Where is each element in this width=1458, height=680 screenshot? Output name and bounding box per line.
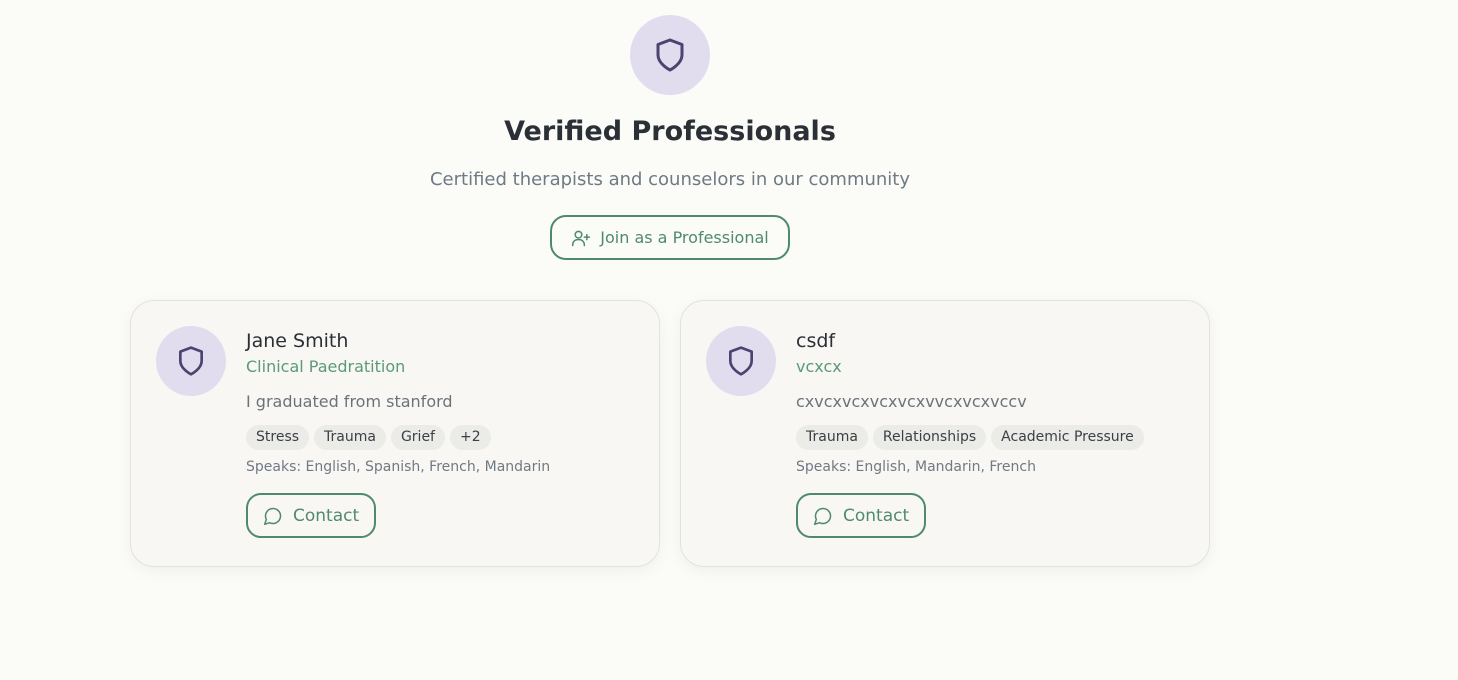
specialty-tag: Grief	[390, 425, 445, 450]
professional-name: csdf	[796, 330, 836, 352]
specialty-tags: Stress Trauma Grief +2	[246, 425, 649, 450]
contact-button[interactable]: Contact	[796, 493, 927, 538]
shield-icon	[656, 38, 684, 72]
professional-bio: I graduated from stanford	[246, 392, 453, 411]
languages: Speaks: English, Spanish, French, Mandar…	[246, 459, 551, 475]
shield-icon	[179, 346, 203, 376]
specialty-tag: Academic Pressure	[991, 425, 1144, 450]
message-circle-icon	[813, 507, 832, 525]
join-as-professional-button[interactable]: Join as a Professional	[550, 215, 790, 260]
user-plus-icon	[572, 230, 591, 246]
professional-card: csdf vcxcx cxvcxvcxvcxvcxvvcxvcxvccv Tra…	[680, 300, 1210, 567]
join-button-label: Join as a Professional	[600, 228, 769, 247]
more-tags-badge: +2	[450, 425, 491, 450]
professional-card: Jane Smith Clinical Paedratition I gradu…	[130, 300, 660, 567]
professional-bio: cxvcxvcxvcxvcxvvcxvcxvccv	[796, 392, 1027, 411]
hero-icon-circle	[630, 15, 710, 95]
shield-icon	[729, 346, 753, 376]
avatar	[706, 326, 776, 396]
languages: Speaks: English, Mandarin, French	[796, 459, 1036, 475]
page-title: Verified Professionals	[504, 116, 836, 147]
avatar	[156, 326, 226, 396]
specialty-tag: Trauma	[314, 425, 386, 450]
contact-button-label: Contact	[843, 505, 910, 526]
contact-button[interactable]: Contact	[246, 493, 377, 538]
specialty-tag: Relationships	[872, 425, 987, 450]
specialty-tag: Trauma	[796, 425, 868, 450]
contact-button-label: Contact	[293, 505, 360, 526]
page-subtitle: Certified therapists and counselors in o…	[429, 169, 911, 190]
professional-title: vcxcx	[796, 357, 842, 376]
specialty-tags: Trauma Relationships Academic Pressure	[796, 425, 1199, 450]
professional-name: Jane Smith	[246, 330, 349, 352]
professional-title: Clinical Paedratition	[246, 357, 406, 376]
message-circle-icon	[263, 507, 282, 525]
specialty-tag: Stress	[246, 425, 310, 450]
